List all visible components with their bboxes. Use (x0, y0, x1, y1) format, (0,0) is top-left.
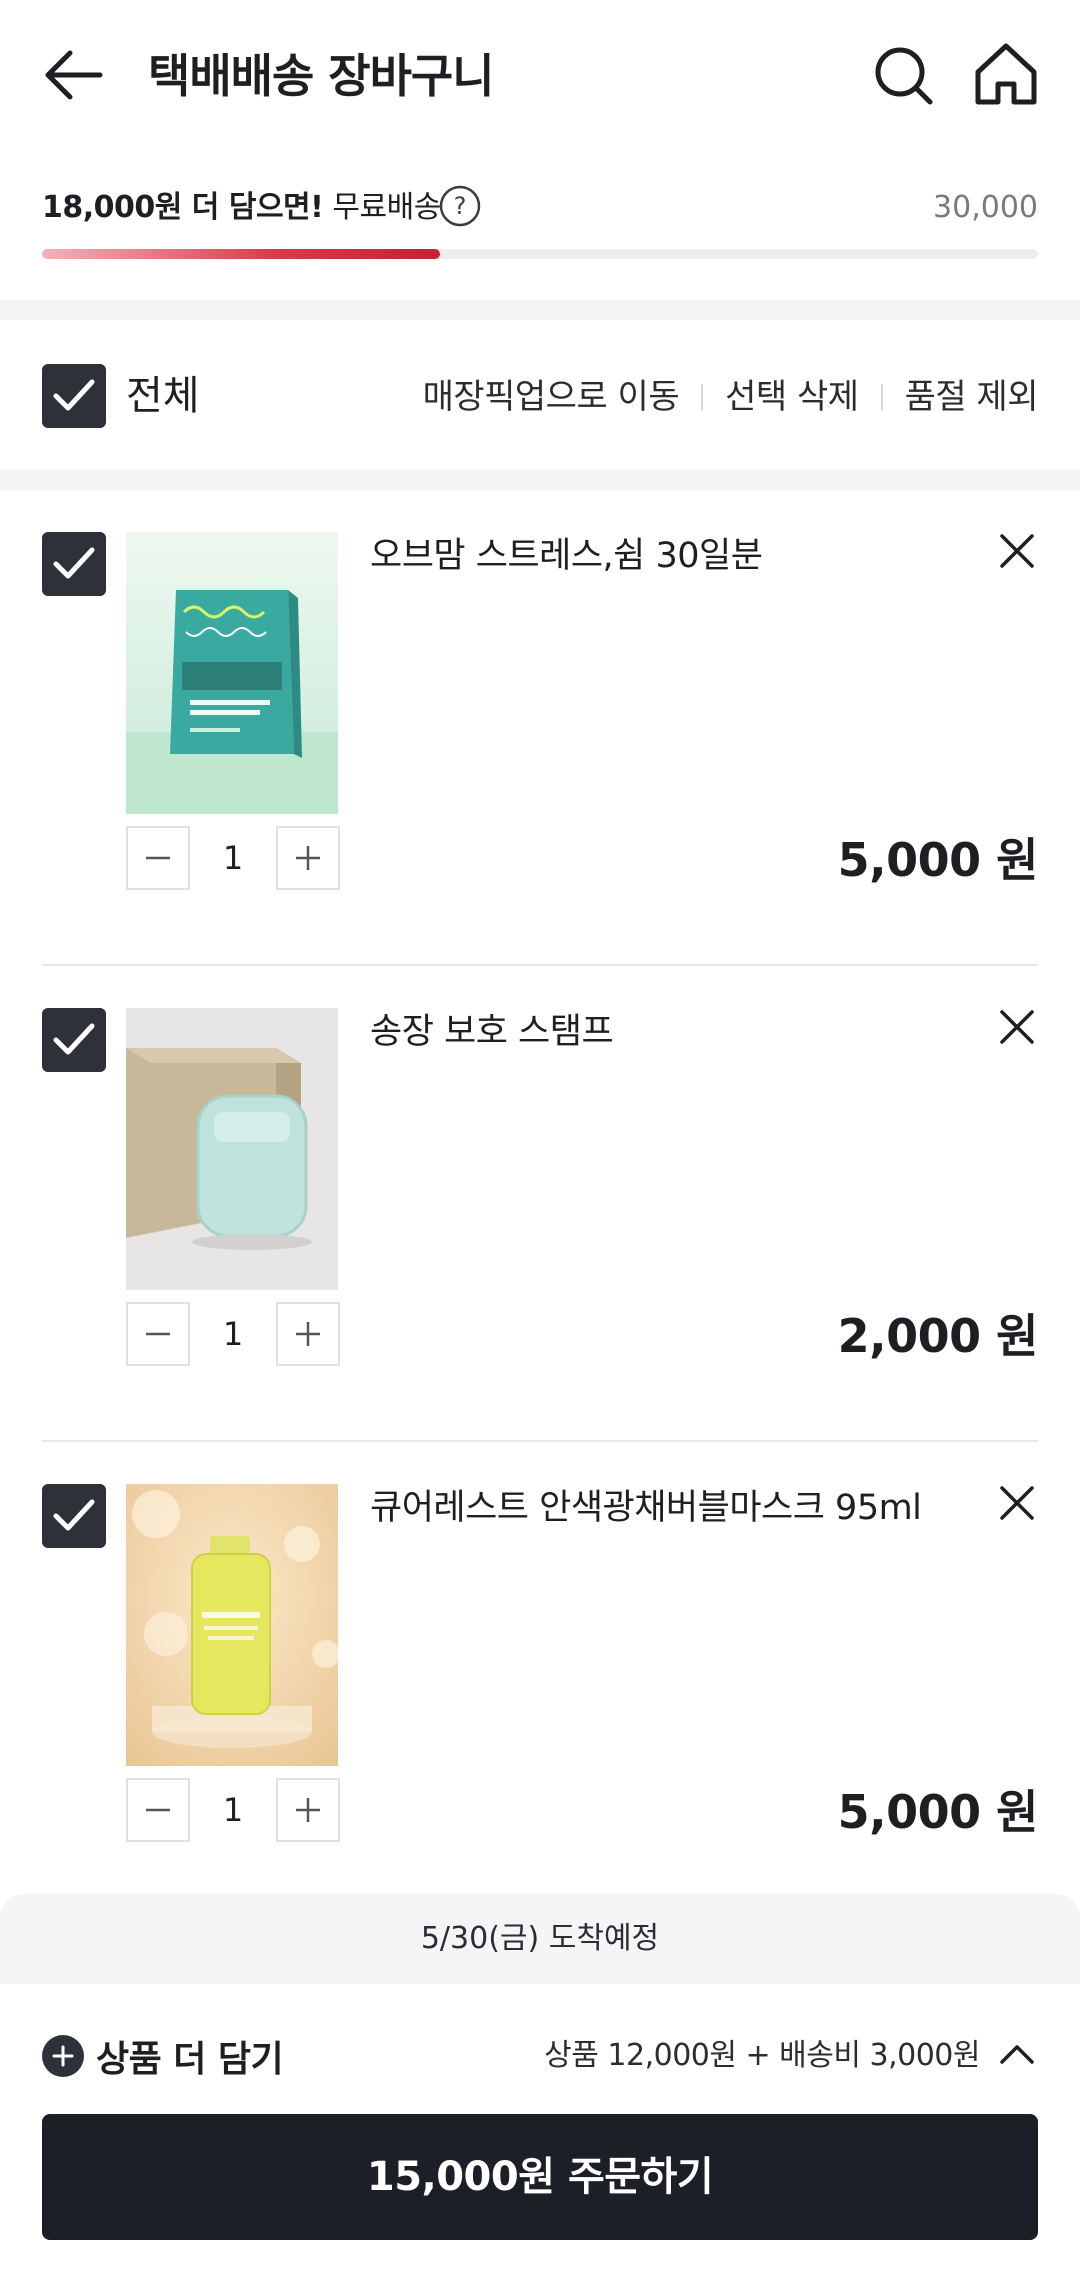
section-divider (0, 470, 1080, 490)
close-icon[interactable] (996, 1482, 1038, 1524)
section-divider (0, 300, 1080, 320)
chevron-up-icon[interactable] (996, 2034, 1038, 2076)
quantity-increase-button[interactable] (276, 1302, 340, 1366)
quantity-decrease-button[interactable] (126, 1778, 190, 1842)
progress-fill (42, 249, 441, 259)
move-to-pickup-button[interactable]: 매장픽업으로 이동 (423, 374, 680, 420)
plus-circle-icon (42, 2035, 84, 2077)
quantity-value: 1 (222, 839, 244, 877)
quantity-value: 1 (222, 1315, 244, 1353)
quantity-value: 1 (222, 1791, 244, 1829)
page-title: 택배배송 장바구니 (148, 49, 495, 103)
free-shipping-message: 18,000원 더 담으면! 무료배송 (42, 186, 441, 230)
quantity-decrease-button[interactable] (126, 826, 190, 890)
price-summary: 상품 12,000원 + 배송비 3,000원 (544, 2038, 980, 2073)
close-icon[interactable] (996, 530, 1038, 572)
free-shipping-info: 18,000원 더 담으면! 무료배송 ? 30,000 (42, 180, 1038, 236)
select-all-label: 전체 (126, 373, 200, 419)
add-more-products-button[interactable]: 상품 더 담기 (42, 2026, 284, 2086)
close-icon[interactable] (996, 1006, 1038, 1048)
search-icon[interactable] (868, 40, 938, 110)
product-image[interactable] (126, 1484, 338, 1766)
exclude-soldout-button[interactable]: 품절 제외 (905, 374, 1039, 420)
product-name[interactable]: 큐어레스트 안색광채버블마스크 95ml (370, 1482, 930, 1534)
order-summary-panel: 상품 더 담기 상품 12,000원 + 배송비 3,000원 15,000원 … (0, 1984, 1080, 2282)
free-shipping-threshold: 30,000 (933, 190, 1038, 225)
question-circle-icon[interactable]: ? (438, 184, 482, 228)
quantity-decrease-button[interactable] (126, 1302, 190, 1366)
cart-item: 큐어레스트 안색광채버블마스크 95ml 1 5,000 원 (0, 1442, 1080, 1918)
select-bar: 전체 매장픽업으로 이동 선택 삭제 품절 제외 (0, 322, 1080, 470)
item-checkbox[interactable] (42, 1008, 106, 1072)
svg-text:?: ? (454, 192, 467, 220)
back-arrow-icon[interactable] (40, 40, 110, 110)
item-checkbox[interactable] (42, 1484, 106, 1548)
product-image[interactable] (126, 1008, 338, 1290)
arrival-date-banner: 5/30(금) 도착예정 (0, 1894, 1080, 1984)
action-separator (880, 384, 883, 410)
item-price: 5,000 원 (837, 833, 1039, 887)
delete-selected-button[interactable]: 선택 삭제 (725, 374, 859, 420)
action-separator (701, 384, 704, 410)
remaining-amount-text: 18,000원 더 담으면! (42, 190, 324, 225)
quantity-increase-button[interactable] (276, 1778, 340, 1842)
item-price: 2,000 원 (837, 1309, 1039, 1363)
select-all-checkbox[interactable] (42, 364, 106, 428)
cart-actions: 매장픽업으로 이동 선택 삭제 품절 제외 (423, 374, 1039, 420)
product-name[interactable]: 오브맘 스트레스,쉼 30일분 (370, 530, 930, 582)
add-more-label: 상품 더 담기 (96, 2039, 284, 2080)
item-price: 5,000 원 (837, 1785, 1039, 1839)
order-button[interactable]: 15,000원 주문하기 (42, 2114, 1038, 2240)
item-checkbox[interactable] (42, 532, 106, 596)
product-image[interactable] (126, 532, 338, 814)
product-name[interactable]: 송장 보호 스탬프 (370, 1006, 930, 1058)
quantity-increase-button[interactable] (276, 826, 340, 890)
home-icon[interactable] (970, 38, 1042, 110)
free-shipping-progress-bar (42, 249, 1038, 259)
cart-item: 오브맘 스트레스,쉼 30일분 1 5,000 원 (0, 490, 1080, 966)
app-header: 택배배송 장바구니 (0, 0, 1080, 150)
free-shipping-label: 무료배송 (332, 190, 441, 225)
cart-item: 송장 보호 스탬프 1 2,000 원 (0, 966, 1080, 1442)
